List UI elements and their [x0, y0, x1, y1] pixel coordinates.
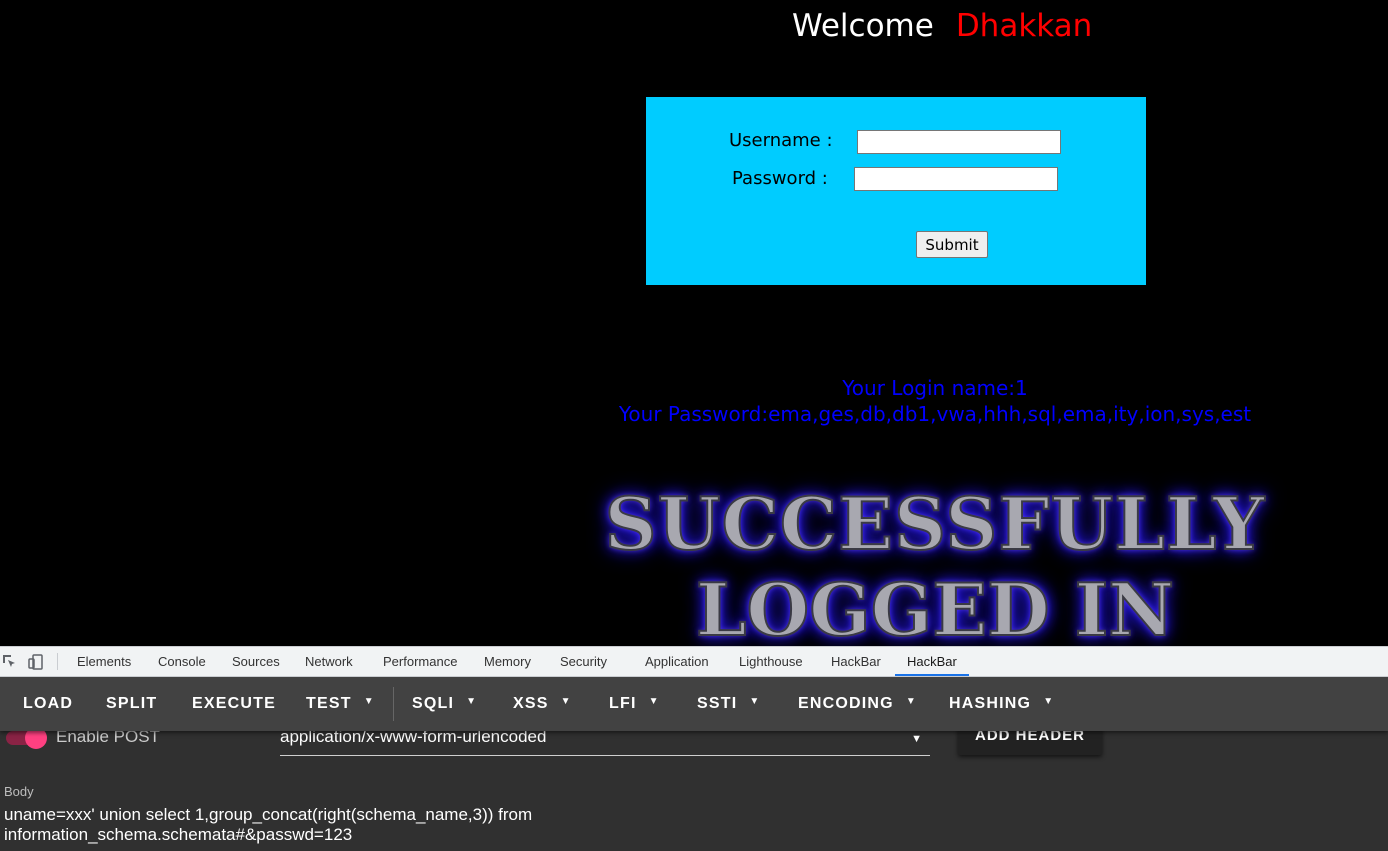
welcome-heading: Welcome Dhakkan	[792, 8, 1092, 44]
body-label: Body	[4, 784, 34, 799]
caret-down-icon: ▼	[363, 696, 375, 707]
tab-security[interactable]: Security	[560, 647, 607, 676]
caret-down-icon: ▼	[1043, 696, 1055, 707]
caret-down-icon: ▼	[560, 696, 572, 707]
username-label: Username :	[729, 130, 833, 151]
success-banner-line1: SUCCESSFULLY	[604, 481, 1266, 566]
tab-hackbar-1[interactable]: HackBar	[831, 647, 881, 676]
ssti-menu[interactable]: SSTI ▼	[697, 677, 760, 731]
tab-hackbar-2[interactable]: HackBar	[895, 647, 969, 676]
lfi-menu[interactable]: LFI ▼	[609, 677, 660, 731]
tab-network[interactable]: Network	[305, 647, 353, 676]
test-menu[interactable]: TEST ▼	[306, 677, 375, 731]
execute-button[interactable]: EXECUTE	[192, 677, 276, 731]
hackbar-toolbar: LOAD SPLIT EXECUTE TEST ▼ SQLI ▼ XSS ▼ LFI ▼…	[0, 677, 1388, 731]
execute-label: EXECUTE	[192, 695, 276, 712]
xss-menu[interactable]: XSS ▼	[513, 677, 572, 731]
test-label: TEST	[306, 695, 352, 713]
tab-application[interactable]: Application	[645, 647, 709, 676]
tab-performance[interactable]: Performance	[383, 647, 457, 676]
encoding-menu[interactable]: ENCODING ▼	[798, 677, 917, 731]
encoding-label: ENCODING	[798, 695, 894, 713]
lfi-label: LFI	[609, 695, 637, 713]
inspect-icon[interactable]	[2, 654, 18, 670]
success-banner: SUCCESSFULLY LOGGED IN	[560, 481, 1310, 647]
hackbar-panel: LOAD SPLIT EXECUTE TEST ▼ SQLI ▼ XSS ▼ LFI ▼…	[0, 677, 1388, 851]
login-name-result: Your Login name:1	[842, 376, 1028, 400]
login-form: Username : Password : Submit	[646, 97, 1146, 285]
toolbar-separator	[393, 687, 394, 721]
devtools-separator	[57, 653, 58, 670]
device-toolbar-icon[interactable]	[28, 653, 44, 670]
split-label: SPLIT	[106, 695, 158, 712]
success-banner-line2: LOGGED IN	[695, 567, 1175, 647]
caret-down-icon: ▼	[749, 696, 761, 707]
username-input[interactable]	[857, 130, 1061, 154]
devtools-tab-bar: Elements Console Sources Network Perform…	[0, 646, 1388, 677]
caret-down-icon: ▼	[905, 696, 917, 707]
password-result: Your Password:ema,ges,db,db1,vwa,hhh,sql…	[618, 402, 1252, 426]
web-page: Welcome Dhakkan Username : Password : Sub…	[0, 0, 1388, 646]
load-button[interactable]: LOAD	[23, 677, 73, 731]
sqli-label: SQLI	[412, 695, 455, 713]
load-label: LOAD	[23, 695, 74, 712]
caret-down-icon: ▼	[648, 696, 660, 707]
caret-down-icon: ▼	[466, 696, 478, 707]
xss-label: XSS	[513, 695, 549, 713]
submit-button[interactable]: Submit	[916, 231, 988, 258]
body-textarea[interactable]: uname=xxx' union select 1,group_concat(r…	[4, 805, 624, 845]
tab-memory[interactable]: Memory	[484, 647, 531, 676]
welcome-name: Dhakkan	[955, 8, 1093, 44]
ssti-label: SSTI	[697, 695, 738, 713]
hashing-label: HASHING	[949, 695, 1032, 713]
tab-lighthouse[interactable]: Lighthouse	[739, 647, 803, 676]
tab-elements[interactable]: Elements	[77, 647, 131, 676]
password-label: Password :	[732, 168, 828, 189]
welcome-label: Welcome	[792, 8, 934, 44]
split-button[interactable]: SPLIT	[106, 677, 157, 731]
tab-sources[interactable]: Sources	[232, 647, 280, 676]
tab-console[interactable]: Console	[158, 647, 206, 676]
password-input[interactable]	[854, 167, 1058, 191]
hashing-menu[interactable]: HASHING ▼	[949, 677, 1054, 731]
sqli-menu[interactable]: SQLI ▼	[412, 677, 477, 731]
